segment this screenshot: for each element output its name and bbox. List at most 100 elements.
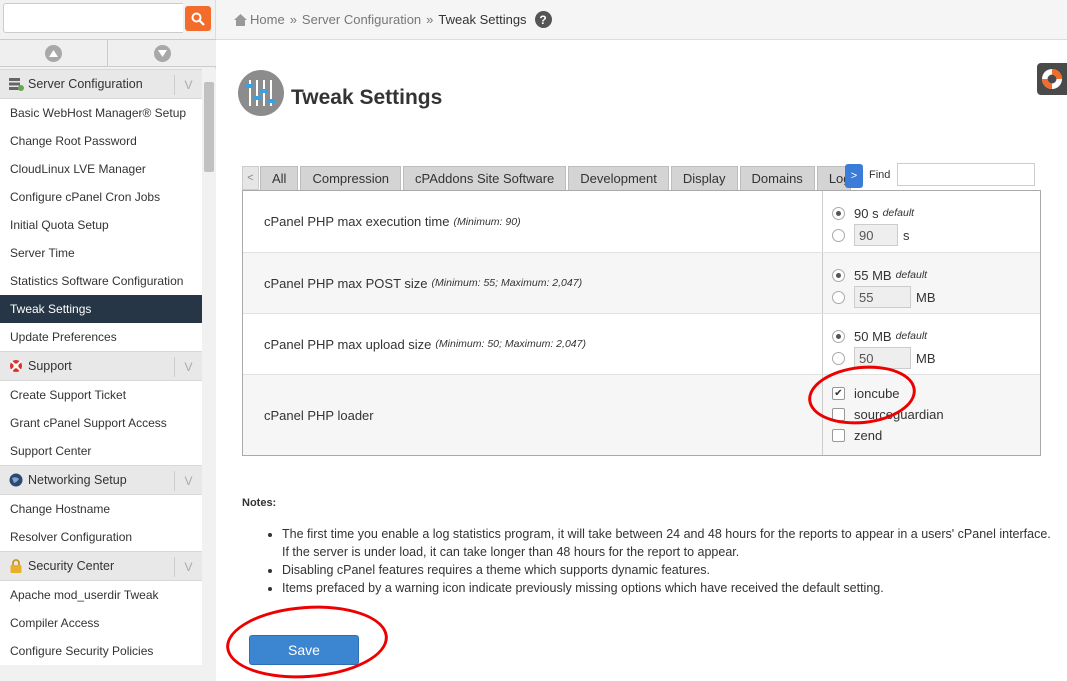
checkbox-checked-icon[interactable]: ✔	[832, 387, 845, 400]
radio-default[interactable]	[832, 206, 845, 220]
radio-default[interactable]	[832, 268, 845, 282]
default-tag: default	[895, 269, 928, 281]
default-tag: default	[895, 330, 928, 342]
custom-value-input[interactable]	[854, 286, 911, 308]
scroll-down-button[interactable]	[108, 40, 216, 66]
nav-item-tweak-settings[interactable]: Tweak Settings	[0, 295, 202, 323]
note-item: Disabling cPanel features requires a the…	[282, 561, 1052, 579]
tab-display[interactable]: Display	[670, 166, 738, 190]
radio-custom[interactable]	[832, 228, 845, 242]
support-lifebuoy-button[interactable]	[1037, 63, 1067, 95]
nav-item-compiler-access[interactable]: Compiler Access	[0, 609, 202, 637]
nav-item-support-center[interactable]: Support Center	[0, 437, 202, 465]
setting-label-text: cPanel PHP max upload size	[264, 336, 432, 352]
option-custom: s	[832, 224, 1040, 246]
breadcrumb-server-configuration[interactable]: Server Configuration	[302, 12, 421, 27]
option-default: 90 s default	[832, 202, 1040, 224]
triangle-down-icon	[153, 44, 171, 62]
setting-label: cPanel PHP max upload size (Minimum: 50;…	[243, 314, 823, 374]
notes-title: Notes:	[242, 497, 277, 509]
search-input[interactable]	[3, 3, 183, 33]
radio-custom[interactable]	[832, 351, 845, 365]
custom-value-input[interactable]	[854, 224, 898, 246]
lock-icon	[8, 559, 24, 573]
setting-control: ✔ ioncube sourceguardian zend	[823, 375, 1040, 455]
sidebar-scrollbar-thumb[interactable]	[204, 82, 214, 172]
nav-item-update-preferences[interactable]: Update Preferences	[0, 323, 202, 351]
option-custom: MB	[832, 347, 1040, 369]
nav-item-statistics-software-configuration[interactable]: Statistics Software Configuration	[0, 267, 202, 295]
scroll-up-button[interactable]	[0, 40, 108, 66]
unit-label: MB	[916, 350, 936, 366]
breadcrumb: Home » Server Configuration » Tweak Sett…	[216, 0, 1067, 40]
notes-list: The first time you enable a log statisti…	[282, 525, 1052, 597]
nav-item-basic-whm-setup[interactable]: Basic WebHost Manager® Setup	[0, 99, 202, 127]
tab-development[interactable]: Development	[568, 166, 669, 190]
nav-group-title: Server Configuration	[28, 77, 143, 91]
setting-row-max-upload-size: cPanel PHP max upload size (Minimum: 50;…	[243, 314, 1040, 375]
tabs-prev-button[interactable]: <	[242, 166, 259, 190]
option-default: 50 MB default	[832, 325, 1040, 347]
nav-group-security-center[interactable]: Security Center V	[0, 551, 202, 581]
default-value: 55 MB	[854, 267, 892, 283]
nav-item-initial-quota-setup[interactable]: Initial Quota Setup	[0, 211, 202, 239]
tabs-next-button[interactable]: >	[845, 164, 863, 188]
chevron-down-icon[interactable]: V	[174, 471, 202, 491]
checkbox[interactable]	[832, 429, 845, 442]
nav-item-server-time[interactable]: Server Time	[0, 239, 202, 267]
save-button[interactable]: Save	[249, 635, 359, 665]
find-input[interactable]	[897, 163, 1035, 186]
nav-item-apache-mod-userdir[interactable]: Apache mod_userdir Tweak	[0, 581, 202, 609]
nav-item-cloudlinux-lve-manager[interactable]: CloudLinux LVE Manager	[0, 155, 202, 183]
nav-item-change-root-password[interactable]: Change Root Password	[0, 127, 202, 155]
checkbox[interactable]	[832, 408, 845, 421]
setting-row-max-execution-time: cPanel PHP max execution time (Minimum: …	[243, 191, 1040, 253]
nav-item-configure-cron-jobs[interactable]: Configure cPanel Cron Jobs	[0, 183, 202, 211]
help-icon[interactable]: ?	[534, 11, 552, 28]
setting-label: cPanel PHP loader	[243, 375, 823, 455]
setting-control: 90 s default s	[823, 191, 1040, 252]
find-label: Find	[869, 169, 891, 181]
breadcrumb-home[interactable]: Home	[250, 12, 285, 27]
tab-all[interactable]: All	[260, 166, 299, 190]
chevron-down-icon[interactable]: V	[174, 557, 202, 577]
setting-label-text: cPanel PHP loader	[264, 407, 374, 423]
setting-hint: (Minimum: 50; Maximum: 2,047)	[435, 338, 586, 350]
nav-item-change-hostname[interactable]: Change Hostname	[0, 495, 202, 523]
nav-item-resolver-configuration[interactable]: Resolver Configuration	[0, 523, 202, 551]
custom-value-input[interactable]	[854, 347, 911, 369]
setting-control: 55 MB default MB	[823, 253, 1040, 313]
nav-item-grant-support-access[interactable]: Grant cPanel Support Access	[0, 409, 202, 437]
loader-option-zend: zend	[832, 425, 1040, 446]
radio-custom[interactable]	[832, 290, 845, 304]
breadcrumb-separator: »	[289, 12, 297, 27]
tab-domains[interactable]: Domains	[739, 166, 815, 190]
setting-control: 50 MB default MB	[823, 314, 1040, 374]
radio-default[interactable]	[832, 329, 845, 343]
breadcrumb-current: Tweak Settings	[438, 12, 527, 27]
nav-group-support[interactable]: Support V	[0, 351, 202, 381]
sidebar: Server Configuration V Basic WebHost Man…	[0, 0, 216, 681]
setting-label-text: cPanel PHP max POST size	[264, 275, 428, 291]
setting-hint: (Minimum: 90)	[453, 215, 521, 228]
nav-item-configure-security-policies[interactable]: Configure Security Policies	[0, 637, 202, 665]
nav-group-title: Security Center	[28, 559, 115, 573]
loader-option-label: sourceguardian	[854, 407, 944, 422]
settings-table: cPanel PHP max execution time (Minimum: …	[242, 190, 1041, 456]
unit-label: MB	[916, 289, 936, 305]
search-button[interactable]	[185, 6, 211, 31]
nav-group-server-configuration[interactable]: Server Configuration V	[0, 69, 202, 99]
globe-icon	[8, 473, 24, 487]
unit-label: s	[903, 227, 910, 243]
home-icon	[234, 13, 247, 26]
tab-cpaddons-site-software[interactable]: cPAddons Site Software	[403, 166, 567, 190]
setting-hint: (Minimum: 55; Maximum: 2,047)	[431, 277, 583, 289]
setting-label-text: cPanel PHP max execution time	[264, 214, 450, 229]
nav-group-networking-setup[interactable]: Networking Setup V	[0, 465, 202, 495]
nav-item-create-support-ticket[interactable]: Create Support Ticket	[0, 381, 202, 409]
tab-compression[interactable]: Compression	[300, 166, 402, 190]
option-default: 55 MB default	[832, 264, 1040, 286]
chevron-down-icon[interactable]: V	[174, 75, 202, 95]
setting-row-max-post-size: cPanel PHP max POST size (Minimum: 55; M…	[243, 253, 1040, 314]
chevron-down-icon[interactable]: V	[174, 357, 202, 377]
